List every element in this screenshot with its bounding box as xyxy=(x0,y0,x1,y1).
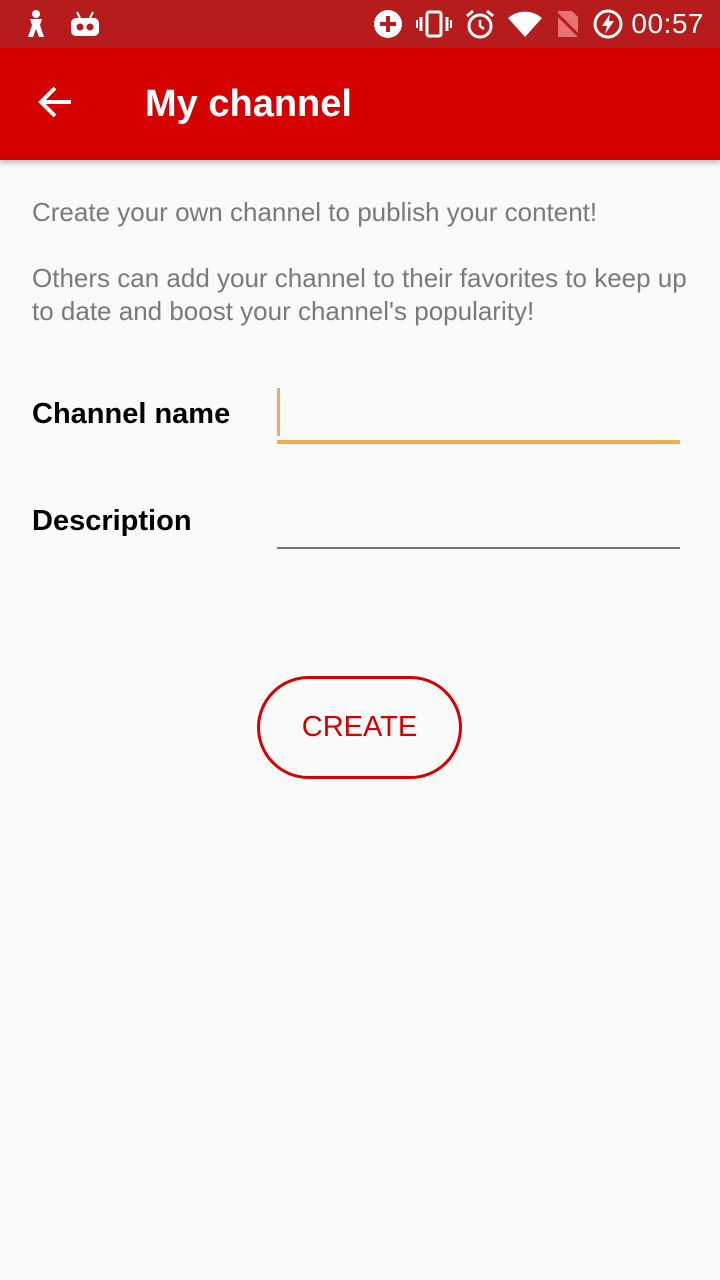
alarm-icon xyxy=(464,8,496,40)
status-bar: 00:57 xyxy=(0,0,720,48)
channel-name-underline xyxy=(277,440,680,444)
create-button-label: CREATE xyxy=(301,711,418,743)
app-bar: My channel xyxy=(0,48,720,160)
app-notification-icon xyxy=(22,8,50,40)
wifi-icon xyxy=(506,8,544,40)
add-circle-icon xyxy=(372,8,404,40)
intro-description: Others can add your channel to their fav… xyxy=(32,263,687,326)
status-time: 00:57 xyxy=(631,8,704,39)
description-input[interactable] xyxy=(277,490,680,546)
page-title: My channel xyxy=(145,83,352,125)
text-cursor xyxy=(277,388,280,436)
robot-notification-icon xyxy=(68,8,102,40)
channel-name-label: Channel name xyxy=(32,398,231,430)
description-underline xyxy=(277,547,680,549)
channel-name-input[interactable] xyxy=(277,386,680,442)
arrow-back-icon xyxy=(38,84,74,125)
no-sim-icon xyxy=(554,8,582,40)
create-button[interactable]: CREATE xyxy=(257,676,462,779)
back-button[interactable] xyxy=(24,72,88,136)
description-label: Description xyxy=(32,505,192,537)
vibrate-icon xyxy=(416,8,452,40)
intro-text: Create your own channel to publish your … xyxy=(32,197,598,227)
battery-charging-icon xyxy=(592,8,624,40)
